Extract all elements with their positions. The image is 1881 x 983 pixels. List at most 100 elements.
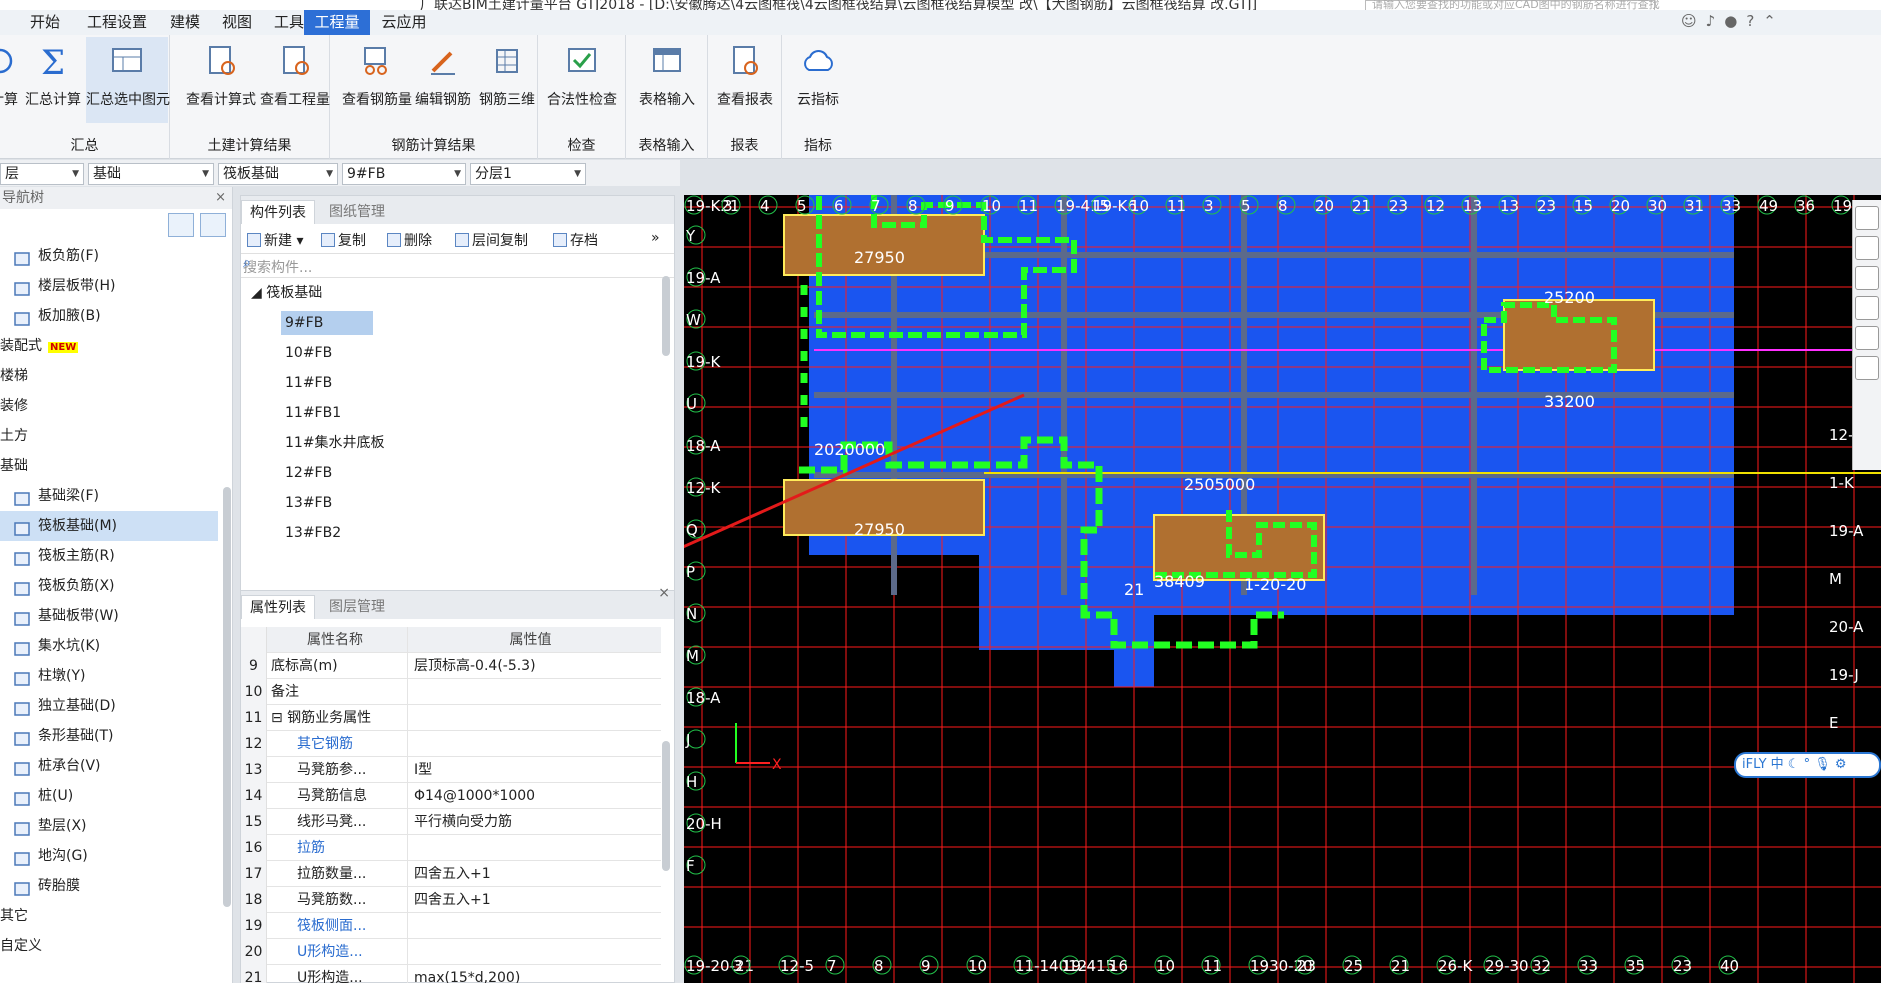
menu-cloud[interactable]: 云应用 xyxy=(374,10,434,35)
view-report-button[interactable]: 查看报表 xyxy=(710,37,780,123)
summary-selected-button[interactable]: 汇总选中图元 xyxy=(86,37,170,123)
property-value[interactable]: 平行横向受力筋 xyxy=(407,809,647,835)
property-value[interactable]: Ⅰ型 xyxy=(407,757,647,783)
property-row[interactable]: 18 马凳筋数... 四舍五入+1 xyxy=(241,887,661,913)
component-item[interactable]: 13#FB2 xyxy=(241,518,674,548)
menu-quantities[interactable]: 工程量 xyxy=(304,10,370,35)
component-item[interactable]: 11#FB xyxy=(241,368,674,398)
property-value[interactable] xyxy=(407,835,647,861)
property-row[interactable]: 10 备注 xyxy=(241,679,661,705)
property-row[interactable]: 12 其它钢筋 xyxy=(241,731,661,757)
nav-tree-item[interactable]: 条形基础(T) xyxy=(0,721,218,751)
nav-tree-item[interactable]: 自定义 xyxy=(0,931,218,961)
nav-tree-item[interactable]: 其它 xyxy=(0,901,218,931)
property-value[interactable] xyxy=(407,731,647,757)
component-item[interactable]: 10#FB xyxy=(241,338,674,368)
property-value[interactable]: max(15*d,200) xyxy=(407,965,647,983)
nav-tree-item[interactable]: 筏板主筋(R) xyxy=(0,541,218,571)
property-row[interactable]: 14 马凳筋信息 Φ14@1000*1000 xyxy=(241,783,661,809)
property-row[interactable]: 19 筏板侧面... xyxy=(241,913,661,939)
property-row[interactable]: 20 U形构造... xyxy=(241,939,661,965)
floor-copy-button[interactable]: 层间复制 xyxy=(455,230,528,250)
new-button[interactable]: 新建 ▾ xyxy=(247,230,303,250)
floor-select[interactable]: 层 ▼ xyxy=(0,163,84,185)
nav-tree-item[interactable]: 基础梁(F) xyxy=(0,481,218,511)
nav-tree-item[interactable]: 砖胎膜 xyxy=(0,871,218,901)
nav-tree-item[interactable]: 筏板负筋(X) xyxy=(0,571,218,601)
nav-tree-item[interactable]: 板负筋(F) xyxy=(0,241,218,271)
nav-tree-item[interactable]: 地沟(G) xyxy=(0,841,218,871)
refresh-view-icon[interactable] xyxy=(1855,326,1879,350)
nav-tree-item[interactable]: 桩(U) xyxy=(0,781,218,811)
component-item[interactable]: 9#FB xyxy=(241,308,674,338)
nav-tree-item[interactable]: 基础板带(W) xyxy=(0,601,218,631)
table-input-button[interactable]: 表格输入 xyxy=(628,37,706,123)
component-select[interactable]: 9#FB ▼ xyxy=(342,163,466,185)
nav-tree-item[interactable]: 土方 xyxy=(0,421,218,451)
property-row[interactable]: 15 线形马凳... 平行横向受力筋 xyxy=(241,809,661,835)
nav-tree-item[interactable]: 装配式 NEW xyxy=(0,331,218,361)
property-value[interactable] xyxy=(407,939,647,965)
property-row[interactable]: 11 ⊟ 钢筋业务属性 xyxy=(241,705,661,731)
nav-tree-item[interactable]: 板加腋(B) xyxy=(0,301,218,331)
component-item[interactable]: 11#集水井底板 xyxy=(241,428,674,458)
menu-start[interactable]: 开始 xyxy=(20,10,70,35)
delete-button[interactable]: 删除 xyxy=(387,230,432,250)
ifly-input-toolbar[interactable]: iFLY 中 ☾ ° 🎙 ⚙ xyxy=(1734,752,1881,778)
calc-button[interactable]: 计算 xyxy=(0,37,20,123)
view-rebar-button[interactable]: 查看钢筋量 xyxy=(342,37,412,123)
property-value[interactable]: 四舍五入+1 xyxy=(407,861,647,887)
component-item[interactable]: 11#FB1 xyxy=(241,398,674,428)
edit-rebar-button[interactable]: 编辑钢筋 xyxy=(410,37,476,123)
summary-calc-button[interactable]: Σ 汇总计算 xyxy=(24,37,82,123)
nav-tree-item[interactable]: 装修 xyxy=(0,391,218,421)
nav-tree-item[interactable]: 桩承台(V) xyxy=(0,751,218,781)
tab-layer-management[interactable]: 图层管理 xyxy=(321,595,393,619)
category-select[interactable]: 基础 ▼ xyxy=(88,163,214,185)
expand-icon[interactable]: ⌃ xyxy=(1763,12,1785,30)
close-icon[interactable]: × xyxy=(215,187,226,209)
layer-panel-icon[interactable] xyxy=(1855,356,1879,380)
tab-component-list[interactable]: 构件列表 xyxy=(241,200,315,224)
nav-tree-item[interactable]: 集水坑(K) xyxy=(0,631,218,661)
component-root[interactable]: ◢ 筏板基础 xyxy=(241,278,674,308)
grid-view-icon[interactable] xyxy=(200,213,226,237)
help-icon[interactable]: ? xyxy=(1746,12,1763,30)
view-quantity-button[interactable]: 查看工程量 xyxy=(258,37,332,123)
property-value[interactable]: 层顶标高-0.4(-5.3) xyxy=(407,653,647,679)
nav-tree-item[interactable]: 楼层板带(H) xyxy=(0,271,218,301)
rotate-view-icon[interactable] xyxy=(1855,206,1879,230)
property-value[interactable] xyxy=(407,705,647,731)
rebar-3d-button[interactable]: 钢筋三维 xyxy=(476,37,538,123)
layer-select[interactable]: 分层1 ▼ xyxy=(470,163,586,185)
close-icon[interactable]: × xyxy=(658,585,670,601)
property-row[interactable]: 13 马凳筋参... Ⅰ型 xyxy=(241,757,661,783)
property-row[interactable]: 17 拉筋数量... 四舍五入+1 xyxy=(241,861,661,887)
component-list-scrollbar[interactable] xyxy=(662,276,670,356)
validity-check-button[interactable]: 合法性检查 xyxy=(540,37,624,123)
bell-icon[interactable]: ♪ xyxy=(1706,12,1725,30)
chat-icon[interactable]: ● xyxy=(1724,12,1746,30)
property-scrollbar[interactable] xyxy=(662,741,670,871)
tab-property-list[interactable]: 属性列表 xyxy=(241,595,315,619)
list-view-icon[interactable] xyxy=(168,213,194,237)
menu-project-settings[interactable]: 工程设置 xyxy=(78,10,156,35)
property-value[interactable]: 四舍五入+1 xyxy=(407,887,647,913)
cloud-index-button[interactable]: 云指标 xyxy=(784,37,852,123)
property-value[interactable]: Φ14@1000*1000 xyxy=(407,783,647,809)
nav-tree-item[interactable]: 垫层(X) xyxy=(0,811,218,841)
property-value[interactable] xyxy=(407,679,647,705)
property-value[interactable] xyxy=(407,913,647,939)
menu-modeling[interactable]: 建模 xyxy=(160,10,210,35)
tab-drawing-management[interactable]: 图纸管理 xyxy=(321,200,393,224)
copy-button[interactable]: 复制 xyxy=(321,230,366,250)
3d-view-icon[interactable] xyxy=(1855,236,1879,260)
cad-drawing-canvas[interactable]: 19-K21 3 4 5 6 7 8 9 10 11 19-415 19-K6 10 11 3 5 8 20 21 2… xyxy=(684,195,1881,983)
user-icon[interactable]: ☺ xyxy=(1681,12,1706,30)
nav-tree-item[interactable]: 筏板基础(M) xyxy=(0,511,218,541)
nav-tree-item[interactable]: 独立基础(D) xyxy=(0,691,218,721)
nav-tree-item[interactable]: 楼梯 xyxy=(0,361,218,391)
component-item[interactable]: 13#FB xyxy=(241,488,674,518)
property-row[interactable]: 21 U形构造... max(15*d,200) xyxy=(241,965,661,983)
cube-front-icon[interactable] xyxy=(1855,266,1879,290)
